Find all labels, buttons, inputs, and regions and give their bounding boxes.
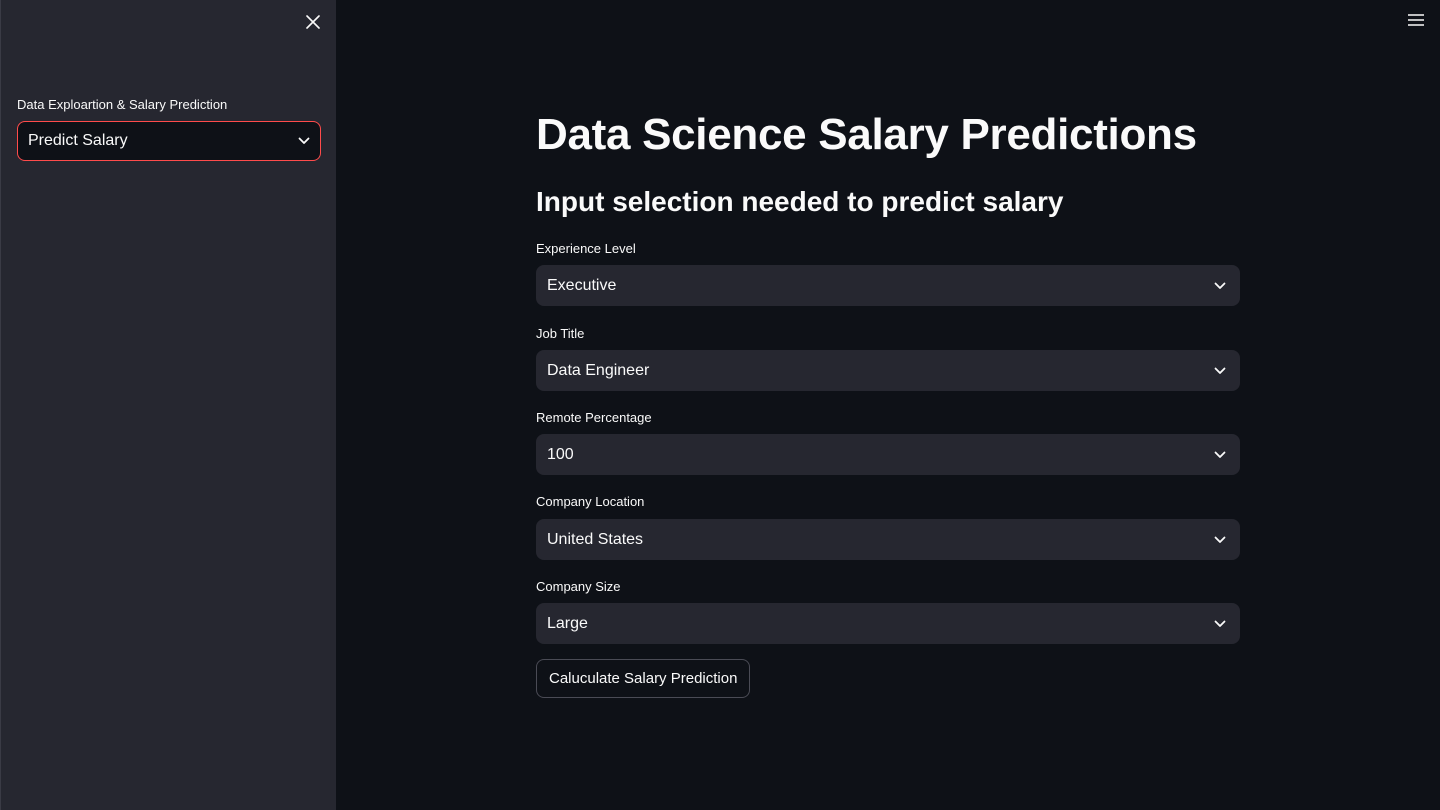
sidebar-close-button[interactable]: [301, 10, 325, 34]
company-location-select[interactable]: United States: [536, 519, 1240, 560]
job-title-select[interactable]: Data Engineer: [536, 350, 1240, 391]
remote-percentage-select[interactable]: 100: [536, 434, 1240, 475]
job-title-label: Job Title: [536, 326, 585, 341]
main-menu-button[interactable]: [1402, 8, 1430, 32]
chevron-down-icon: [1214, 536, 1226, 544]
hamburger-menu-icon: [1408, 14, 1424, 26]
chevron-down-icon: [1214, 282, 1226, 290]
experience-level-label: Experience Level: [536, 241, 636, 256]
sidebar-select-label: Data Exploartion & Salary Prediction: [17, 97, 228, 112]
job-title-value: Data Engineer: [547, 361, 650, 379]
calculate-salary-button[interactable]: Caluculate Salary Prediction: [536, 659, 751, 698]
company-size-value: Large: [547, 614, 588, 632]
page-title: Data Science Salary Predictions: [536, 110, 1197, 159]
page-select[interactable]: Predict Salary: [17, 121, 321, 161]
chevron-down-icon: [1214, 451, 1226, 459]
chevron-down-icon: [1214, 367, 1226, 375]
company-size-label: Company Size: [536, 579, 621, 594]
remote-percentage-label: Remote Percentage: [536, 410, 652, 425]
experience-level-select[interactable]: Executive: [536, 265, 1240, 306]
close-icon: [306, 15, 320, 29]
section-subtitle: Input selection needed to predict salary: [536, 186, 1064, 217]
sidebar: Data Exploartion & Salary Prediction Pre…: [0, 0, 336, 810]
app-window: Data Exploartion & Salary Prediction Pre…: [0, 0, 1440, 810]
remote-percentage-value: 100: [547, 445, 574, 463]
company-location-value: United States: [547, 530, 644, 548]
chevron-down-icon: [1214, 620, 1226, 628]
experience-level-value: Executive: [547, 276, 617, 294]
company-size-select[interactable]: Large: [536, 603, 1240, 644]
page-select-value: Predict Salary: [28, 132, 128, 149]
company-location-label: Company Location: [536, 494, 645, 509]
chevron-down-icon: [298, 137, 310, 145]
